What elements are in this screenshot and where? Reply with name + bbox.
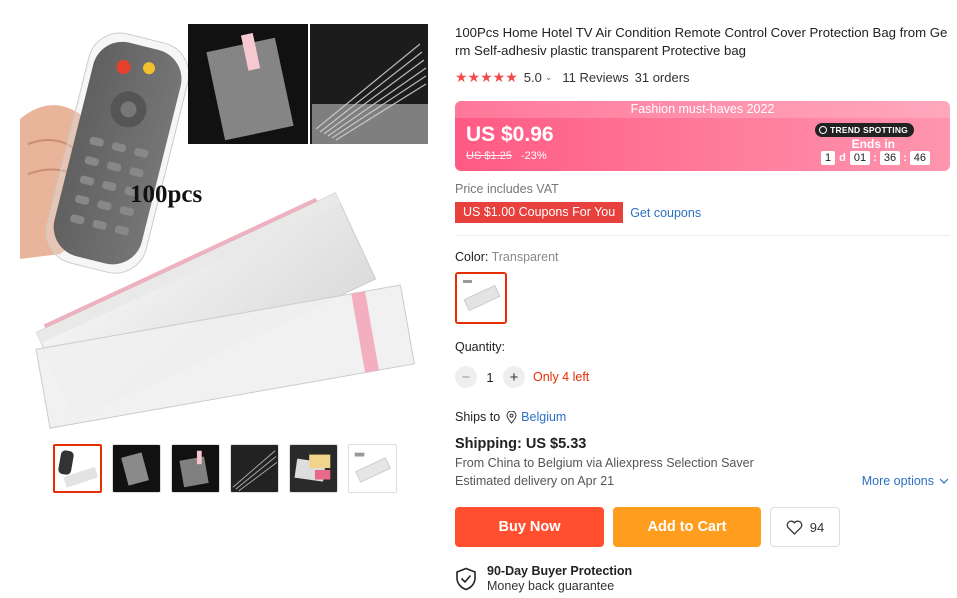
divider	[455, 235, 950, 236]
thumbnail-4[interactable]	[230, 444, 279, 493]
add-to-cart-button[interactable]: Add to Cart	[613, 507, 761, 547]
quantity-label: Quantity:	[455, 340, 506, 354]
star-rating-icon: ★★★★★	[455, 69, 518, 85]
chevron-down-icon	[939, 478, 949, 484]
more-options-label: More options	[861, 474, 934, 488]
more-options-link[interactable]: More options	[862, 474, 949, 488]
thumbnail-strip	[53, 444, 397, 493]
countdown-timer: 1 d 01 : 36 : 46	[821, 151, 930, 165]
current-price: US $0.96	[466, 123, 554, 146]
trend-spotting-badge: TREND SPOTTING	[815, 123, 914, 137]
color-label-text: Color:	[455, 250, 489, 264]
color-value: Transparent	[491, 250, 559, 264]
trend-badge-label: TREND SPOTTING	[830, 125, 908, 135]
color-swatch-transparent[interactable]	[455, 272, 507, 324]
estimated-delivery: Estimated delivery on Apr 21	[455, 474, 615, 488]
thumbnail-1[interactable]	[53, 444, 102, 493]
trend-icon	[819, 126, 828, 134]
main-product-image[interactable]: 100pcs	[20, 24, 432, 432]
vat-note: Price includes VAT	[455, 182, 559, 196]
thumbnail-3[interactable]	[171, 444, 220, 493]
quantity-decrease-button[interactable]: −	[455, 366, 477, 388]
buyer-protection: 90-Day Buyer Protection Money back guara…	[455, 564, 632, 593]
original-price: US $1.25	[466, 150, 512, 162]
coupon-badge[interactable]: US $1.00 Coupons For You	[455, 202, 624, 223]
main-image-label: 100pcs	[130, 181, 203, 208]
color-label: Color: Transparent	[455, 250, 559, 264]
shipping-cost: Shipping: US $5.33	[455, 436, 587, 452]
shipping-route: From China to Belgium via Aliexpress Sel…	[455, 456, 754, 470]
quantity-value[interactable]: 1	[477, 370, 503, 385]
chevron-down-icon[interactable]: ⌄	[545, 72, 553, 83]
countdown-seconds: 46	[909, 151, 930, 165]
heart-icon	[786, 520, 803, 535]
countdown-hours: 01	[849, 151, 871, 165]
product-title: 100Pcs Home Hotel TV Air Condition Remot…	[455, 25, 948, 58]
rating-value[interactable]: 5.0	[524, 70, 542, 85]
old-price-row: US $1.25 -23%	[466, 150, 547, 162]
get-coupons-link[interactable]: Get coupons	[630, 206, 701, 220]
product-photo: 100pcs	[20, 24, 428, 429]
protection-title: 90-Day Buyer Protection	[487, 564, 633, 578]
quantity-stepper: − 1 + Only 4 left	[455, 366, 589, 388]
countdown-days: 1	[821, 151, 836, 165]
discount-percent: -23%	[520, 150, 547, 162]
buy-now-button[interactable]: Buy Now	[455, 507, 604, 547]
product-info-panel: 100Pcs Home Hotel TV Air Condition Remot…	[455, 24, 950, 593]
location-pin-icon	[506, 410, 517, 424]
stock-warning: Only 4 left	[533, 370, 590, 384]
ships-to-label: Ships to	[455, 410, 501, 424]
thumbnail-6[interactable]	[348, 444, 397, 493]
wishlist-button[interactable]: 94	[770, 507, 840, 547]
wishlist-count: 94	[809, 519, 825, 535]
thumbnail-5[interactable]	[289, 444, 338, 493]
orders-count: 31 orders	[634, 70, 690, 85]
ship-country-link[interactable]: Belgium	[521, 410, 566, 424]
promo-price-banner: Fashion must-haves 2022 US $0.96 US $1.2…	[455, 101, 950, 171]
ends-in-label: Ends in	[851, 137, 895, 151]
countdown-days-label: d	[839, 152, 846, 164]
coupon-row: US $1.00 Coupons For You Get coupons	[455, 202, 701, 223]
shield-check-icon	[456, 567, 476, 591]
reviews-link[interactable]: 11 Reviews	[562, 70, 628, 85]
rating-row: ★★★★★ 5.0 ⌄ 11 Reviews 31 orders	[455, 69, 950, 86]
thumbnail-2[interactable]	[112, 444, 161, 493]
quantity-increase-button[interactable]: +	[503, 366, 525, 388]
countdown-minutes: 36	[879, 151, 901, 165]
ships-to-row: Ships to Belgium	[455, 410, 566, 424]
promo-headline: Fashion must-haves 2022	[455, 101, 950, 118]
protection-subtitle: Money back guarantee	[487, 579, 615, 593]
